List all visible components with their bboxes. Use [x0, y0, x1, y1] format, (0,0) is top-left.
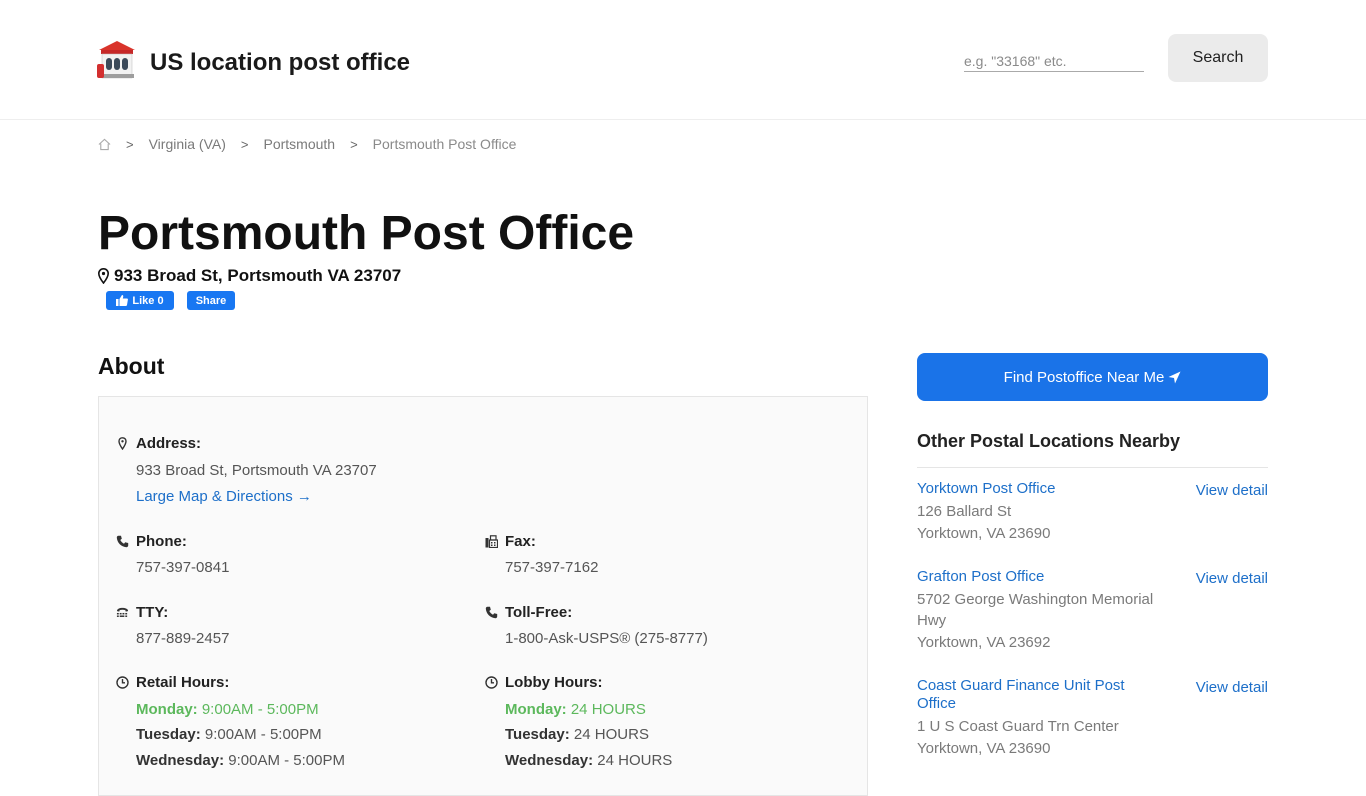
retail-hours-row: Monday: 9:00AM - 5:00PM	[136, 701, 319, 718]
clock-icon	[485, 676, 498, 689]
retail-hours-label: Retail Hours:	[136, 674, 230, 691]
header-address-text: 933 Broad St, Portsmouth VA 23707	[114, 266, 402, 285]
location-arrow-icon	[1168, 371, 1181, 383]
hours-time: 24 HOURS	[597, 752, 673, 769]
retail-hours-field: Retail Hours: Monday: 9:00AM - 5:00PM Tu…	[116, 674, 476, 774]
view-detail-link[interactable]: View detail	[1196, 570, 1268, 587]
hours-time: 24 HOURS	[573, 726, 649, 743]
hours-day: Wednesday:	[505, 752, 594, 769]
retail-hours-row: Tuesday: 9:00AM - 5:00PM	[136, 726, 322, 743]
post-office-logo-icon[interactable]	[97, 40, 137, 80]
breadcrumb-item-state[interactable]: Virginia (VA)	[149, 136, 226, 152]
phone-label: Phone:	[136, 533, 187, 550]
find-button-label: Find Postoffice Near Me	[1003, 368, 1165, 386]
phone-field: Phone: 757-397-0841	[116, 533, 456, 583]
map-pin-icon	[118, 437, 127, 450]
phone-icon	[116, 535, 129, 548]
nearby-divider	[917, 467, 1268, 468]
about-panel: Address: 933 Broad St, Portsmouth VA 237…	[98, 396, 868, 796]
view-detail-link[interactable]: View detail	[1196, 679, 1268, 696]
tty-icon	[116, 607, 129, 617]
lobby-hours-row: Tuesday: 24 HOURS	[505, 726, 649, 743]
large-map-directions-link[interactable]: Large Map & Directions →	[136, 488, 312, 505]
nearby-location-item: Coast Guard Finance Unit Post Office 1 U…	[917, 677, 1268, 767]
nearby-location-name[interactable]: Yorktown Post Office	[917, 480, 1157, 498]
map-pin-icon	[98, 268, 109, 284]
breadcrumb-separator: >	[240, 136, 249, 152]
breadcrumb-separator: >	[350, 136, 358, 152]
phone-value: 757-397-0841	[136, 559, 230, 576]
nearby-location-city: Yorktown, VA 23690	[917, 740, 1051, 757]
nearby-location-street: 126 Ballard St	[917, 503, 1012, 520]
hours-time: 9:00AM - 5:00PM	[201, 701, 319, 718]
nearby-location-item: Yorktown Post Office 126 Ballard St York…	[917, 480, 1268, 550]
site-header: US location post office Search	[0, 0, 1366, 120]
tollfree-value: 1-800-Ask-USPS® (275-8777)	[505, 630, 708, 647]
search-button[interactable]: Search	[1168, 34, 1268, 82]
breadcrumb-current: Portsmouth Post Office	[372, 136, 517, 152]
breadcrumb-item-city[interactable]: Portsmouth	[263, 136, 335, 152]
breadcrumb-separator: >	[126, 136, 134, 152]
thumbs-up-icon	[116, 295, 129, 306]
nearby-location-name[interactable]: Coast Guard Finance Unit Post Office	[917, 677, 1157, 713]
retail-hours-row: Wednesday: 9:00AM - 5:00PM	[136, 752, 345, 769]
hours-time: 24 HOURS	[570, 701, 646, 718]
hours-time: 9:00AM - 5:00PM	[228, 752, 345, 769]
facebook-share-button[interactable]: Share	[187, 291, 235, 310]
hours-time: 9:00AM - 5:00PM	[204, 726, 322, 743]
tollfree-field: Toll-Free: 1-800-Ask-USPS® (275-8777)	[485, 604, 845, 654]
nearby-location-street: 1 U S Coast Guard Trn Center	[917, 718, 1119, 735]
lobby-hours-label: Lobby Hours:	[505, 674, 603, 691]
lobby-hours-field: Lobby Hours: Monday: 24 HOURS Tuesday: 2…	[485, 674, 845, 774]
home-icon[interactable]	[98, 138, 111, 151]
lobby-hours-row: Wednesday: 24 HOURS	[505, 752, 672, 769]
hours-day: Wednesday:	[136, 752, 225, 769]
hours-day: Tuesday:	[505, 726, 570, 743]
nearby-location-name[interactable]: Grafton Post Office	[917, 568, 1157, 586]
find-postoffice-near-me-button[interactable]: Find Postoffice Near Me	[917, 353, 1268, 401]
header-address: 933 Broad St, Portsmouth VA 23707	[98, 265, 401, 287]
address-label: Address:	[136, 435, 202, 452]
clock-icon	[116, 676, 129, 689]
about-title: About	[98, 353, 165, 379]
nearby-location-city: Yorktown, VA 23692	[917, 634, 1051, 651]
hours-day: Monday:	[505, 701, 567, 718]
hours-day: Tuesday:	[136, 726, 201, 743]
lobby-hours-row: Monday: 24 HOURS	[505, 701, 646, 718]
phone-icon	[485, 606, 498, 619]
page-title: Portsmouth Post Office	[98, 207, 635, 260]
nearby-location-street: 5702 George Washington Memorial Hwy	[917, 591, 1154, 629]
fax-value: 757-397-7162	[505, 559, 599, 576]
address-field: Address: 933 Broad St, Portsmouth VA 237…	[116, 435, 516, 510]
view-detail-link[interactable]: View detail	[1196, 482, 1268, 499]
address-value: 933 Broad St, Portsmouth VA 23707	[136, 462, 377, 479]
site-title[interactable]: US location post office	[150, 49, 410, 77]
breadcrumb: > Virginia (VA) > Portsmouth > Portsmout…	[98, 134, 516, 154]
nearby-location-item: Grafton Post Office 5702 George Washingt…	[917, 568, 1268, 658]
facebook-like-label: Like 0	[132, 294, 164, 307]
tty-field: TTY: 877-889-2457	[116, 604, 456, 654]
tollfree-label: Toll-Free:	[505, 604, 573, 621]
tty-label: TTY:	[136, 604, 169, 621]
facebook-like-button[interactable]: Like 0	[106, 291, 174, 310]
hours-day: Monday:	[136, 701, 198, 718]
tty-value: 877-889-2457	[136, 630, 230, 647]
fax-label: Fax:	[505, 533, 536, 550]
fax-icon	[485, 535, 498, 548]
fax-field: Fax: 757-397-7162	[485, 533, 845, 583]
nearby-locations-title: Other Postal Locations Nearby	[917, 431, 1181, 451]
search-input[interactable]	[964, 50, 1144, 72]
nearby-location-city: Yorktown, VA 23690	[917, 525, 1051, 542]
